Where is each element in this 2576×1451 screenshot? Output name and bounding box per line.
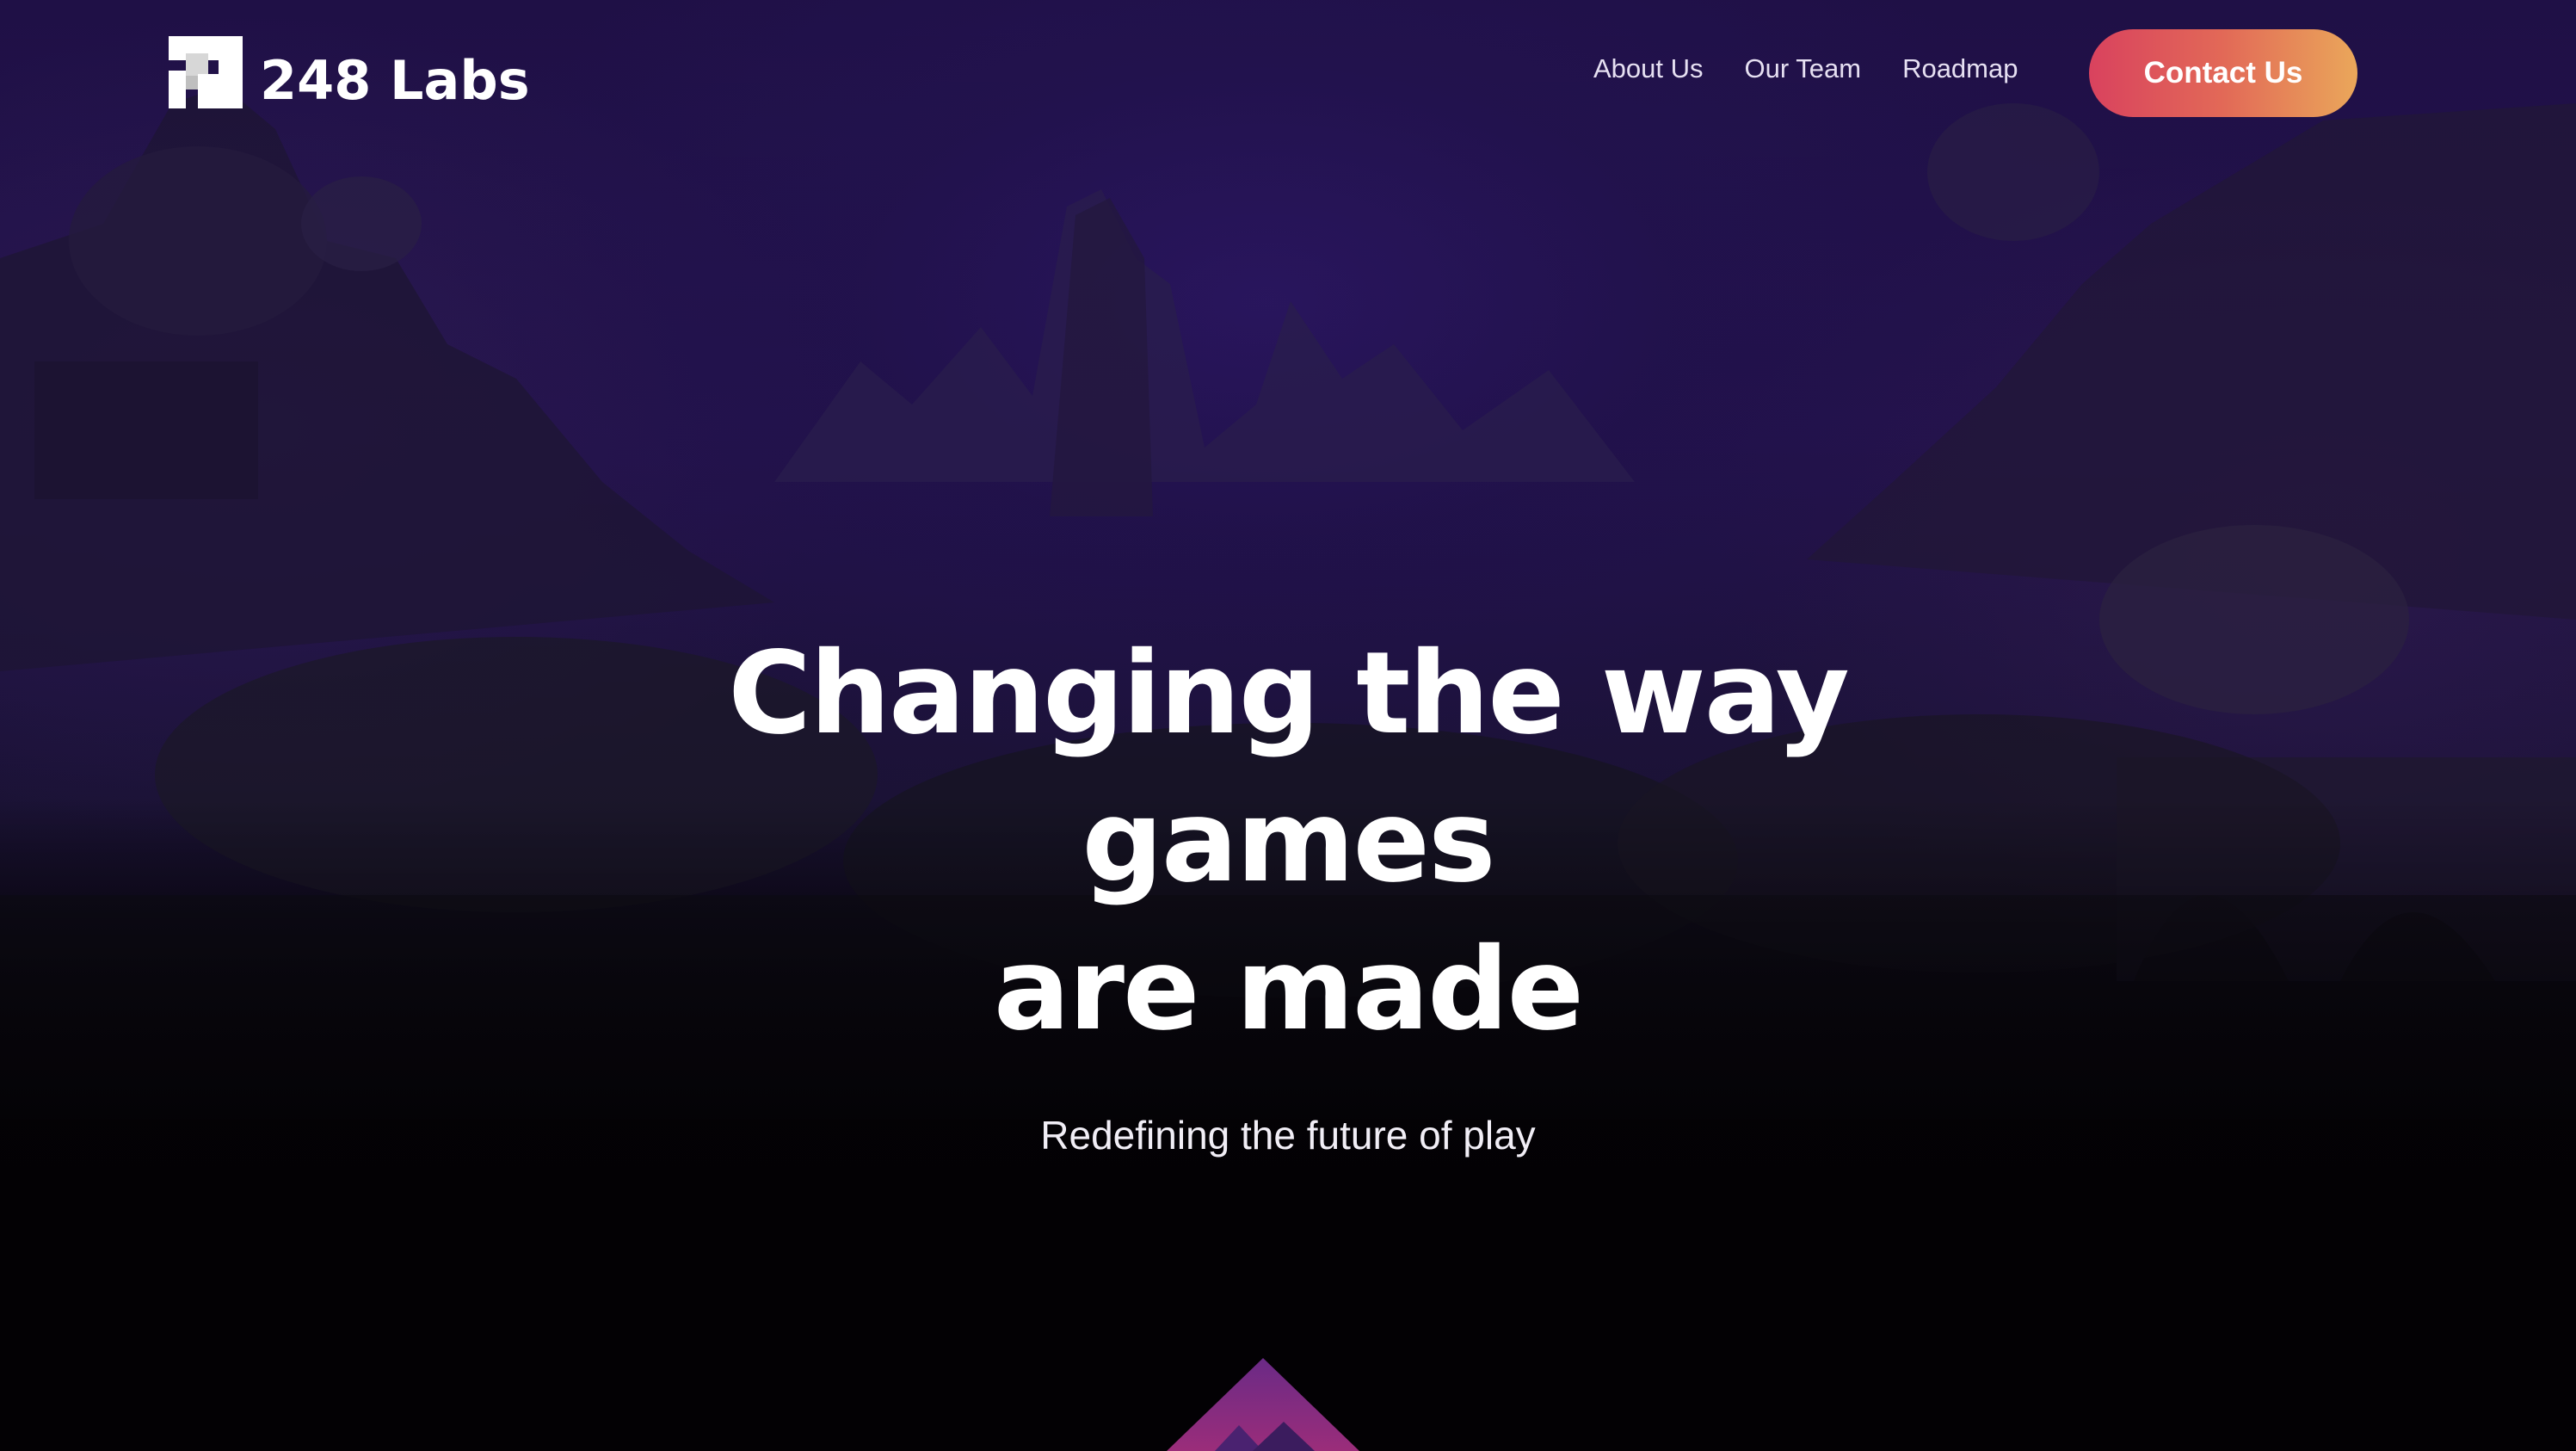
nav-roadmap[interactable]: Roadmap [1902,53,2018,84]
hero-title: Changing the way games are made [557,620,2019,1064]
nav-our-team[interactable]: Our Team [1745,53,1862,84]
pixel-staircase-logo-icon [169,36,243,108]
triangle-mountain-icon [1167,1358,1359,1451]
hero-title-line-1: Changing the way games [728,627,1850,908]
contact-us-button[interactable]: Contact Us [2089,29,2357,117]
landing-page: 248 Labs About Us Our Team Roadmap Conta… [0,0,2576,1451]
brand-name: 248 Labs [260,49,530,112]
hero-section: Changing the way games are made Redefini… [0,620,2576,1155]
hero-subtitle: Redefining the future of play [1040,1113,1536,1158]
nav-about-us[interactable]: About Us [1593,53,1704,84]
main-nav: About Us Our Team Roadmap [1593,53,2018,84]
hero-title-line-2: are made [993,923,1584,1056]
brand-logo[interactable]: 248 Labs [169,36,530,108]
